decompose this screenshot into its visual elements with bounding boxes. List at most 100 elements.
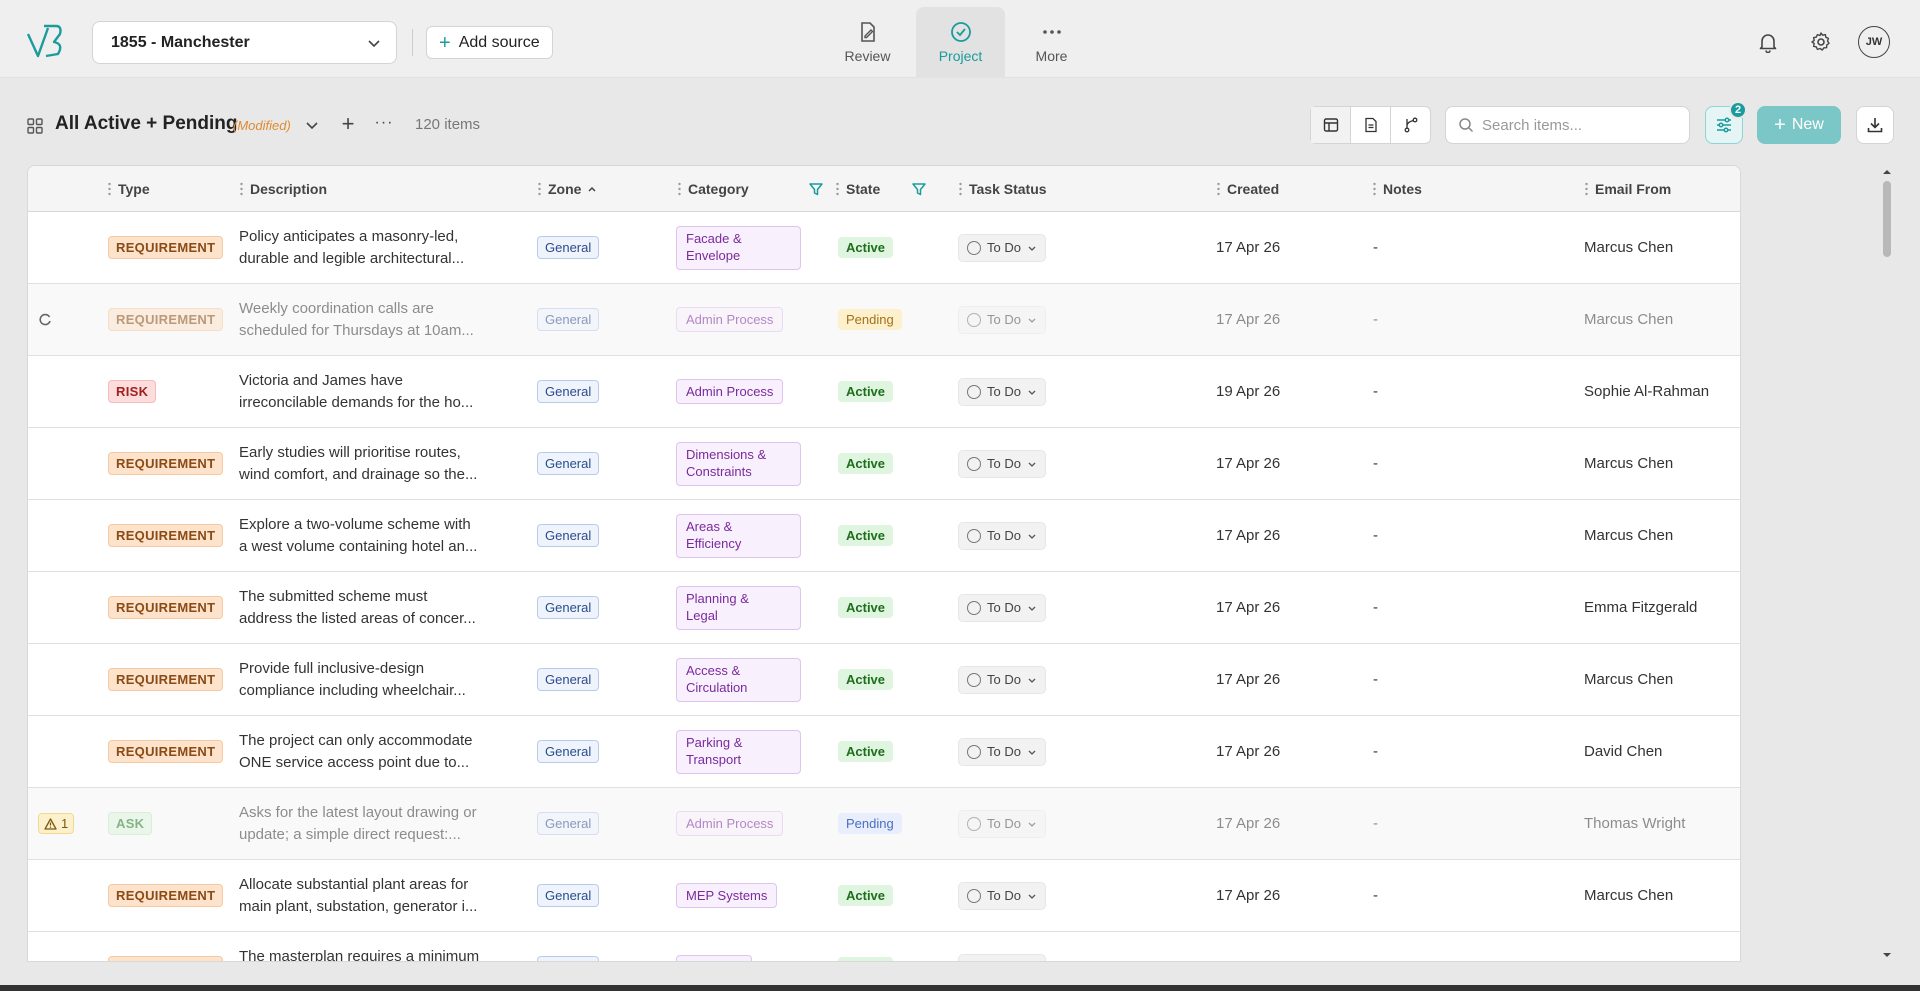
tab-review[interactable]: Review: [823, 7, 912, 78]
task-status-dropdown[interactable]: To Do: [958, 809, 1046, 838]
email-from: Emma Fitzgerald: [1584, 959, 1697, 961]
column-header-email-from[interactable]: Email From: [1585, 166, 1671, 212]
column-resize-handle[interactable]: [1373, 182, 1376, 196]
column-header-type[interactable]: Type: [108, 166, 150, 212]
table-row[interactable]: REQUIREMENT Policy anticipates a masonry-…: [28, 212, 1740, 284]
description-text: Early studies will prioritise routes, win…: [239, 443, 478, 483]
notes-text: -: [1373, 743, 1378, 760]
table-row[interactable]: 1 ASK Asks for the latest layout drawing o…: [28, 788, 1740, 860]
scrollbar-thumb[interactable]: [1883, 181, 1891, 257]
task-status-dropdown[interactable]: To Do: [958, 521, 1046, 550]
created-date: 17 Apr 26: [1216, 311, 1281, 328]
scroll-up-arrow-icon[interactable]: [1881, 167, 1893, 177]
description-text: The masterplan requires a minimum: [239, 947, 480, 962]
email-from: Marcus Chen: [1584, 527, 1674, 544]
warning-badge[interactable]: 1: [38, 813, 75, 834]
column-header-notes[interactable]: Notes: [1373, 166, 1422, 212]
table-row[interactable]: REQUIREMENT Provide full inclusive-design…: [28, 644, 1740, 716]
column-resize-handle[interactable]: [1585, 182, 1588, 196]
row-status: [38, 716, 98, 787]
project-selector[interactable]: 1855 - Manchester: [92, 21, 397, 64]
category-tag: Facade & Envelope: [676, 225, 801, 270]
notes-text: -: [1373, 887, 1378, 904]
view-options-button[interactable]: ···: [372, 112, 396, 136]
logo-icon[interactable]: [24, 20, 66, 62]
view-title[interactable]: All Active + Pending: [55, 113, 237, 135]
column-resize-handle[interactable]: [959, 182, 962, 196]
column-resize-handle[interactable]: [1217, 182, 1220, 196]
description-text: Provide full inclusive-design compliance …: [239, 659, 466, 699]
state-badge: Active: [838, 957, 894, 961]
column-resize-handle[interactable]: [108, 182, 111, 196]
column-header-state[interactable]: State: [836, 166, 926, 212]
task-status-dropdown[interactable]: To Do: [958, 449, 1046, 478]
tab-more[interactable]: More: [1007, 7, 1096, 78]
tab-more-label: More: [1035, 48, 1068, 64]
column-header-created[interactable]: Created: [1217, 166, 1279, 212]
chevron-down-icon[interactable]: [304, 117, 320, 133]
task-status-dropdown[interactable]: To Do: [958, 737, 1046, 766]
download-button[interactable]: [1856, 106, 1894, 144]
table-row[interactable]: REQUIREMENT Weekly coordination calls are…: [28, 284, 1740, 356]
filter-active-icon[interactable]: [911, 181, 927, 197]
document-icon: [1364, 117, 1377, 133]
status-circle-icon: [967, 312, 981, 327]
task-status-dropdown[interactable]: To Do: [958, 377, 1046, 406]
column-resize-handle[interactable]: [836, 182, 839, 196]
task-status-dropdown[interactable]: To Do: [958, 665, 1046, 694]
column-header-zone[interactable]: Zone: [538, 166, 598, 212]
table-row[interactable]: REQUIREMENT Explore a two-volume scheme w…: [28, 500, 1740, 572]
add-view-button[interactable]: +: [336, 112, 360, 136]
task-status-dropdown[interactable]: To Do: [958, 233, 1046, 262]
description-text: Explore a two-volume scheme with a west v…: [239, 515, 478, 555]
git-branch-icon: [1404, 117, 1417, 133]
email-from: Sophie Al-Rahman: [1584, 383, 1710, 400]
sort-ascending-icon: [588, 186, 596, 192]
state-badge: Pending: [838, 309, 902, 330]
created-date: 17 Apr 26: [1216, 815, 1281, 832]
zone-tag: General: [537, 380, 600, 403]
document-view-button[interactable]: [1351, 107, 1391, 143]
table-row[interactable]: REQUIREMENT The submitted scheme must addr…: [28, 572, 1740, 644]
chevron-down-icon: [1028, 534, 1036, 539]
table-view-button[interactable]: [1311, 107, 1351, 143]
modified-indicator: (Modified): [233, 118, 291, 133]
chevron-down-icon: [1028, 678, 1036, 683]
task-status-dropdown[interactable]: To Do: [958, 881, 1046, 910]
add-source-label: Add source: [458, 33, 540, 51]
column-resize-handle[interactable]: [240, 182, 243, 196]
settings-button[interactable]: [1805, 26, 1837, 58]
new-item-button[interactable]: + New: [1757, 106, 1841, 144]
type-badge: REQUIREMENT: [108, 596, 224, 619]
grid-view-icon[interactable]: [26, 117, 44, 135]
table-row[interactable]: REQUIREMENT Early studies will prioritise…: [28, 428, 1740, 500]
tab-project[interactable]: Project: [916, 7, 1005, 78]
vertical-scrollbar[interactable]: [1881, 165, 1893, 962]
table-row[interactable]: REQUIREMENT The masterplan requires a min…: [28, 932, 1740, 962]
row-status: [38, 500, 98, 571]
task-status-dropdown[interactable]: To Do: [958, 593, 1046, 622]
table-row[interactable]: REQUIREMENT The project can only accommod…: [28, 716, 1740, 788]
table-row[interactable]: RISK Victoria and James have irreconcilabl…: [28, 356, 1740, 428]
branch-view-button[interactable]: [1391, 107, 1430, 143]
gear-icon: [1811, 32, 1830, 51]
column-resize-handle[interactable]: [678, 182, 681, 196]
avatar[interactable]: JW: [1858, 26, 1890, 58]
column-resize-handle[interactable]: [538, 182, 541, 196]
search-input[interactable]: [1482, 116, 1672, 134]
task-status-dropdown[interactable]: To Do: [958, 305, 1046, 334]
notifications-button[interactable]: [1752, 26, 1784, 58]
filter-active-icon[interactable]: [808, 181, 824, 197]
table-row[interactable]: REQUIREMENT Allocate substantial plant ar…: [28, 860, 1740, 932]
add-source-button[interactable]: + Add source: [426, 26, 553, 59]
column-header-task-status[interactable]: Task Status: [959, 166, 1047, 212]
scroll-down-arrow-icon[interactable]: [1881, 950, 1893, 960]
email-from: Marcus Chen: [1584, 887, 1674, 904]
task-status-dropdown[interactable]: To Do: [958, 953, 1046, 961]
column-header-description[interactable]: Description: [240, 166, 327, 212]
status-circle-icon: [967, 816, 981, 831]
column-header-category[interactable]: Category: [678, 166, 823, 212]
category-tag: Admin Process: [676, 811, 784, 836]
category-tag: Parking & Transport: [676, 729, 801, 774]
zone-tag: General: [537, 524, 600, 547]
